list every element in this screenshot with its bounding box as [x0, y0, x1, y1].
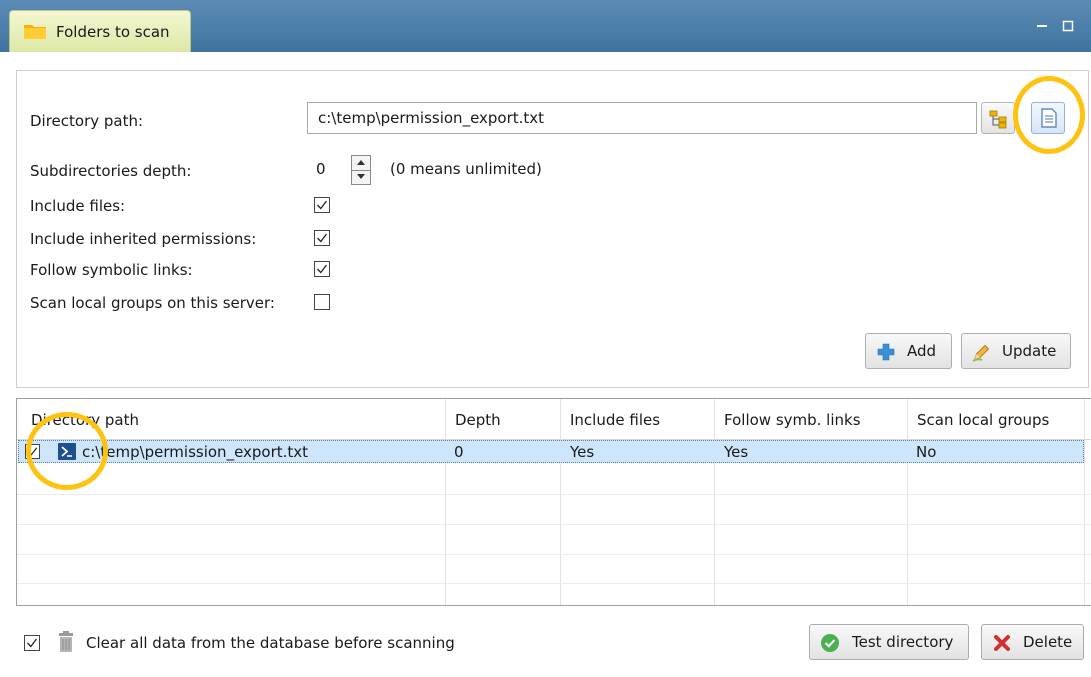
subdirectories-depth-label: Subdirectories depth: [30, 162, 192, 180]
delete-button-label: Delete [1023, 633, 1073, 651]
empty-row-line [17, 524, 1091, 525]
tab-label: Folders to scan [56, 23, 170, 41]
column-divider [907, 399, 908, 605]
trash-icon [59, 631, 73, 652]
update-button-label: Update [1002, 342, 1057, 360]
column-header-include-files[interactable]: Include files [570, 411, 660, 429]
delete-button[interactable]: Delete [981, 624, 1084, 660]
empty-row-line [17, 554, 1091, 555]
include-files-checkbox[interactable] [314, 197, 330, 213]
plus-icon [877, 343, 895, 361]
minimize-icon[interactable] [1036, 20, 1048, 32]
column-header-follow-symlinks[interactable]: Follow symb. links [724, 411, 861, 429]
depth-value[interactable]: 0 [316, 160, 326, 178]
folder-tree-icon [989, 110, 1007, 129]
column-divider [714, 399, 715, 605]
include-inherited-label: Include inherited permissions: [30, 230, 257, 248]
row-follow-symlinks: Yes [724, 443, 749, 461]
column-divider [445, 399, 446, 605]
row-depth: 0 [454, 443, 464, 461]
depth-spinner[interactable] [351, 155, 371, 185]
include-inherited-checkbox[interactable] [314, 230, 330, 246]
clear-data-checkbox[interactable] [24, 635, 40, 651]
row-include-files: Yes [570, 443, 595, 461]
scan-local-groups-label: Scan local groups on this server: [30, 294, 275, 312]
include-files-label: Include files: [30, 197, 126, 215]
directory-path-label: Directory path: [30, 112, 144, 130]
test-directory-label: Test directory [852, 633, 954, 651]
highlight-ring-file-button [1013, 76, 1085, 154]
column-divider [560, 399, 561, 605]
clear-data-label: Clear all data from the database before … [86, 634, 455, 652]
column-divider [1084, 399, 1085, 605]
follow-symlinks-label: Follow symbolic links: [30, 261, 193, 279]
folder-icon [24, 25, 46, 39]
delete-x-icon [994, 635, 1010, 651]
check-circle-icon [821, 634, 839, 652]
row-path: c:\temp\permission_export.txt [82, 443, 309, 461]
column-header-depth[interactable]: Depth [455, 411, 501, 429]
pencil-icon [972, 344, 990, 362]
highlight-ring-row-icon [26, 412, 108, 490]
add-button[interactable]: Add [865, 333, 952, 369]
empty-row-line [17, 583, 1091, 584]
spin-up-icon[interactable] [352, 156, 370, 171]
restore-icon[interactable] [1062, 20, 1074, 32]
follow-symlinks-checkbox[interactable] [314, 261, 330, 277]
table-row[interactable]: c:\temp\permission_export.txt 0 Yes Yes … [18, 440, 1084, 463]
spin-down-icon[interactable] [352, 170, 370, 184]
test-directory-button[interactable]: Test directory [809, 624, 969, 660]
update-button[interactable]: Update [961, 333, 1071, 369]
column-header-scan-local-groups[interactable]: Scan local groups [917, 411, 1049, 429]
add-button-label: Add [907, 342, 937, 360]
directory-path-input[interactable] [307, 102, 977, 134]
depth-hint: (0 means unlimited) [390, 160, 542, 178]
browse-folder-button[interactable] [981, 102, 1015, 134]
grid-header: Directory path Depth Include files Follo… [17, 399, 1091, 440]
row-scan-local-groups: No [916, 443, 937, 461]
tab-folders-to-scan[interactable]: Folders to scan [9, 10, 191, 52]
directories-grid: Directory path Depth Include files Follo… [16, 398, 1091, 606]
scan-local-groups-checkbox[interactable] [314, 294, 330, 310]
empty-row-line [17, 494, 1091, 495]
